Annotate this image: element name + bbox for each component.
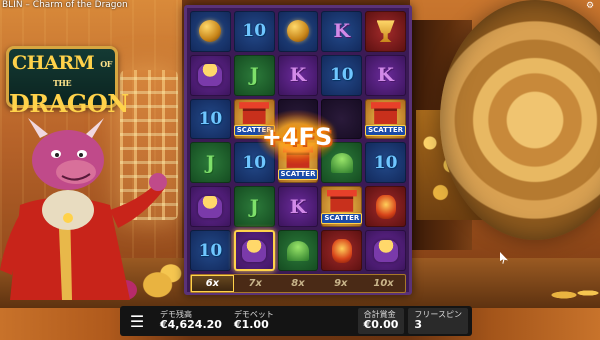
- multiplier-6x: 6x: [191, 275, 234, 292]
- free-spins-award-text: +4FS: [257, 110, 337, 164]
- reel-cell-pot: [365, 230, 406, 271]
- lantern-icon: [331, 238, 352, 263]
- multiplier-9x: 9x: [334, 278, 348, 289]
- dragon-pupil-right: [79, 153, 83, 157]
- dragon-medallion: [63, 213, 73, 223]
- freespins-value: 3: [414, 318, 423, 332]
- pot-icon: [198, 195, 223, 218]
- game-logo: CHARM OF THE DRAGON: [6, 46, 129, 116]
- chalice-icon: [376, 20, 395, 43]
- reel-cell-lantern: [321, 230, 363, 271]
- top-bar-title: BLIN – Charm of the Dragon: [2, 0, 128, 10]
- balance-value: €4,624.20: [160, 318, 222, 332]
- freespins-display: フリースピン 3: [408, 308, 468, 334]
- pot-icon: [242, 239, 267, 262]
- symbol-king: K: [289, 64, 307, 87]
- gem-icon: [286, 20, 309, 43]
- reel-cell-ten: 10: [365, 142, 406, 184]
- symbol-ten: 10: [242, 21, 267, 42]
- dragon-horn-right: [86, 118, 104, 138]
- pot-icon: [373, 239, 398, 262]
- dragon-pupil-left: [55, 153, 59, 157]
- reel-cell-pot: [190, 186, 231, 228]
- scatter-label: SCATTER: [321, 212, 363, 224]
- multiplier-bar: 6x 7x 8x 9x 10x: [190, 274, 406, 293]
- symbol-king: K: [377, 64, 394, 87]
- reel-cell-king: K: [321, 11, 363, 52]
- dragon-hand: [149, 173, 167, 191]
- reel-cell-king: K: [277, 54, 319, 96]
- dragon-belly: [42, 190, 94, 230]
- reel-cell-king: K: [365, 54, 406, 96]
- lantern-icon: [375, 194, 396, 219]
- bet-display[interactable]: デモベット €1.00: [228, 310, 280, 332]
- multiplier-8x: 8x: [291, 278, 305, 289]
- reel-cell-jack: J: [190, 142, 231, 184]
- bells-icon: [286, 240, 309, 261]
- reel-cell-scatter: SCATTER: [365, 98, 406, 140]
- reel-cell-ten: 10: [190, 230, 231, 271]
- reel-cell-pot: [233, 230, 275, 271]
- balance-display: デモ残高 €4,624.20: [154, 310, 228, 332]
- reel-cell-gem: [190, 11, 231, 52]
- reel-cell-bells: [277, 230, 319, 271]
- game-stage: BLIN – Charm of the Dragon ⚙ CHARM OF TH…: [0, 0, 600, 340]
- symbol-ten: 10: [198, 240, 223, 261]
- pot-icon: [198, 64, 223, 87]
- hamburger-icon[interactable]: ☰: [120, 306, 154, 336]
- symbol-jack: J: [249, 195, 259, 218]
- win-display: 合計賞金 €0.00: [357, 308, 405, 334]
- reel-cell-ten: 10: [190, 98, 231, 140]
- multiplier-10x: 10x: [373, 278, 394, 289]
- symbol-ten: 10: [373, 152, 398, 173]
- scatter-gate-icon: [370, 102, 401, 125]
- reel-cell-jack: J: [233, 54, 275, 96]
- symbol-ten: 10: [198, 109, 223, 130]
- symbol-jack: J: [249, 64, 259, 87]
- bet-value: €1.00: [233, 318, 269, 332]
- symbol-jack: J: [205, 151, 215, 174]
- dragon-character: [0, 118, 167, 300]
- reel-cell-king: K: [277, 186, 319, 228]
- settings-icon[interactable]: ⚙: [586, 1, 596, 11]
- floor-coins-right: [540, 285, 600, 305]
- scatter-label: SCATTER: [365, 125, 406, 137]
- multiplier-7x: 7x: [248, 278, 262, 289]
- reels-frame: 10 K J K 10 K 10 SCATTER SCATTER J 10 SCATTER 10 J K SC…: [184, 5, 412, 295]
- reel-cell-lantern: [365, 186, 406, 228]
- logo-word-charm: CHARM: [12, 52, 95, 74]
- reel-cell-ten: 10: [321, 54, 363, 96]
- reel-cell-jack: J: [233, 186, 275, 228]
- reel-cell-ten: 10: [233, 11, 275, 52]
- reel-cell-gem: [277, 11, 319, 52]
- gem-icon: [199, 20, 222, 43]
- reel-cell-pot: [190, 54, 231, 96]
- scatter-label: SCATTER: [277, 168, 319, 180]
- reel-cell-chalice: [365, 11, 406, 52]
- reel-cell-scatter: SCATTER: [321, 186, 363, 228]
- scatter-gate-icon: [326, 189, 357, 212]
- symbol-ten: 10: [329, 65, 354, 86]
- dragon-horn-left: [28, 118, 48, 138]
- symbol-king: K: [289, 195, 307, 218]
- symbol-king: K: [333, 20, 351, 43]
- win-value: €0.00: [363, 318, 399, 332]
- bottom-bar: ☰ デモ残高 €4,624.20 デモベット €1.00 合計賞金 €0.00 …: [120, 306, 472, 336]
